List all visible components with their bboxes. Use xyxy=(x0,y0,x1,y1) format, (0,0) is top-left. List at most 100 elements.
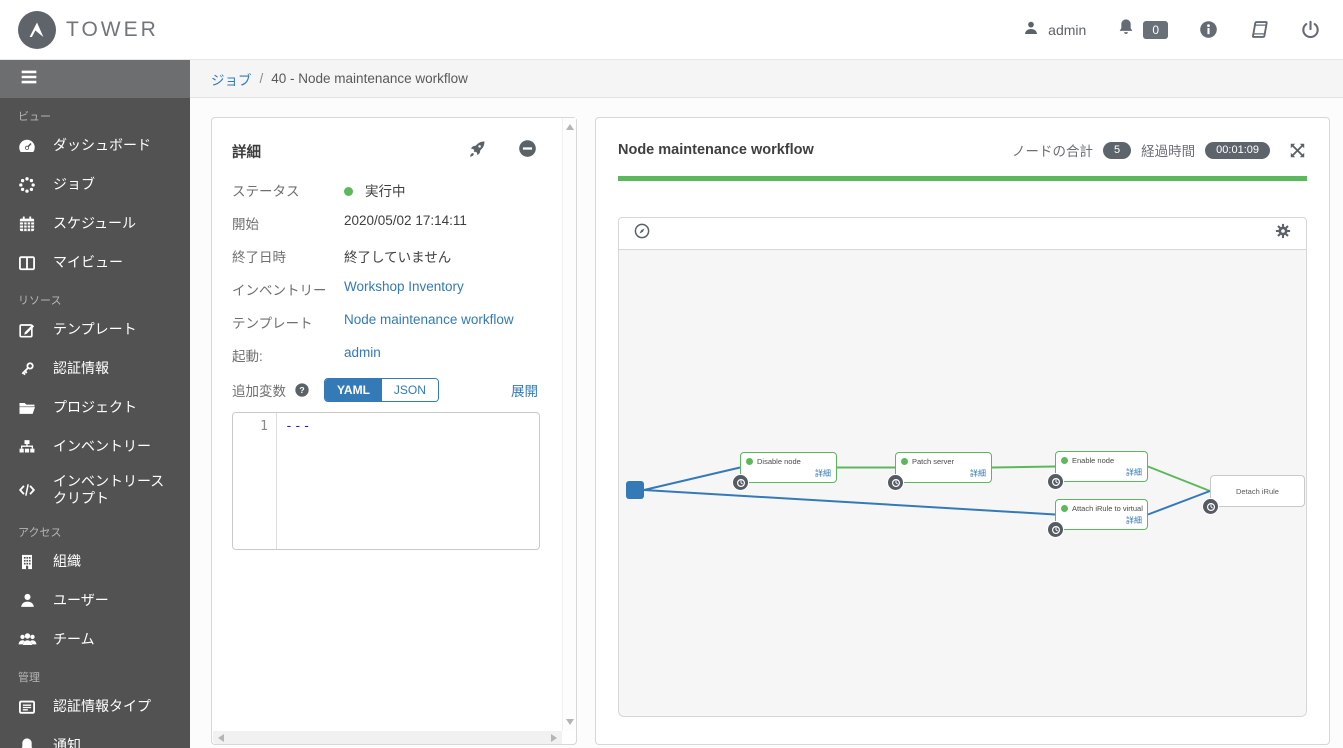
status-running-dot xyxy=(344,187,353,196)
sidebar-item-label: ユーザー xyxy=(53,591,109,608)
scroll-down-arrow[interactable] xyxy=(566,719,574,725)
workflow-link-start-attach-irule xyxy=(643,489,1056,516)
launched-by-link[interactable]: admin xyxy=(344,345,381,360)
elapsed-badge: 00:01:09 xyxy=(1205,141,1270,159)
graph-settings-gear-icon[interactable] xyxy=(1274,222,1292,245)
dashboard-icon xyxy=(16,136,38,156)
sidebar-item-label: ジョブ xyxy=(53,175,95,192)
sidebar-item-label: スケジュール xyxy=(53,214,137,231)
node-details-link[interactable]: 詳細 xyxy=(1126,515,1142,526)
scroll-up-arrow[interactable] xyxy=(566,124,574,130)
bell-icon xyxy=(1116,17,1136,42)
node-details-link[interactable]: 詳細 xyxy=(1126,467,1142,478)
job-details-panel: 詳細 ステータス 実行中 開始 2020/05/02 17:14:11 終了日時… xyxy=(211,117,577,745)
json-toggle-button[interactable]: JSON xyxy=(381,379,438,402)
user-menu[interactable]: admin xyxy=(1022,19,1086,40)
workflow-node-enable-node[interactable]: Enable node 詳細 xyxy=(1047,451,1148,490)
about-button[interactable] xyxy=(1198,19,1219,40)
svg-text:?: ? xyxy=(299,385,304,395)
workflow-link-enable-node-detach-irule xyxy=(1147,465,1211,492)
projects-icon xyxy=(16,398,38,418)
node-details-link[interactable]: 詳細 xyxy=(815,468,831,479)
node-label: Enable node xyxy=(1072,456,1115,465)
sidebar-item-inventory-scripts[interactable]: インベントリースクリプト xyxy=(0,466,190,514)
scroll-right-arrow[interactable] xyxy=(551,734,557,742)
workflow-link-patch-server-enable-node xyxy=(991,465,1056,469)
status-value: 実行中 xyxy=(365,184,406,199)
credential-types-icon xyxy=(16,697,38,717)
top-header: TOWER admin 0 xyxy=(0,0,1343,60)
hamburger-menu-icon[interactable] xyxy=(18,66,40,93)
help-question-icon[interactable]: ? xyxy=(294,382,310,398)
sidebar-section-resources: リソース xyxy=(18,295,62,307)
docs-book-icon[interactable] xyxy=(1249,19,1270,40)
sidebar-item-credential-types[interactable]: 認証情報タイプ xyxy=(0,687,190,726)
sidebar-item-label: チーム xyxy=(53,630,95,647)
inventory-link[interactable]: Workshop Inventory xyxy=(344,279,464,294)
sidebar-item-label: 通知 xyxy=(53,736,81,748)
sidebar-item-dashboard[interactable]: ダッシュボード xyxy=(0,126,190,165)
expand-arrows-icon[interactable] xyxy=(1288,141,1307,160)
jobs-icon xyxy=(16,175,38,195)
sidebar-item-label: インベントリースクリプト xyxy=(53,472,165,507)
compass-icon[interactable] xyxy=(633,222,651,245)
extra-vars-label: 追加変数 xyxy=(232,384,286,400)
editor-line-number: 1 xyxy=(233,413,277,550)
logout-power-icon[interactable] xyxy=(1300,19,1321,40)
inventories-icon xyxy=(16,437,38,457)
sidebar-item-label: テンプレート xyxy=(53,320,137,337)
scroll-left-arrow[interactable] xyxy=(218,734,224,742)
workflow-link-start-disable-node xyxy=(643,466,741,491)
sidebar-item-schedules[interactable]: スケジュール xyxy=(0,204,190,243)
inventory-label: インベントリー xyxy=(232,283,327,298)
node-details-link[interactable]: 詳細 xyxy=(970,468,986,479)
editor-code-area[interactable]: --- xyxy=(277,413,539,549)
organizations-icon xyxy=(16,552,38,572)
workflow-progress-bar xyxy=(618,176,1307,181)
node-label: Patch server xyxy=(912,457,955,466)
workflow-title: Node maintenance workflow xyxy=(618,142,814,158)
workflow-node-attach-irule[interactable]: Attach iRule to virtual ser... 詳細 xyxy=(1047,499,1148,538)
extra-vars-editor: 1 --- xyxy=(232,412,540,551)
sidebar-item-projects[interactable]: プロジェクト xyxy=(0,388,190,427)
workflow-results-panel: Node maintenance workflow ノードの合計 5 経過時間 … xyxy=(595,117,1330,745)
sidebar-item-label: 認証情報タイプ xyxy=(53,697,151,714)
node-type-badge-icon xyxy=(1202,498,1219,515)
sidebar-item-my-view[interactable]: マイビュー xyxy=(0,243,190,282)
sidebar-item-label: 組織 xyxy=(53,552,81,569)
vertical-scrollbar[interactable] xyxy=(562,118,576,731)
brand[interactable]: TOWER xyxy=(18,10,159,49)
template-link[interactable]: Node maintenance workflow xyxy=(344,312,514,327)
notifications-icon xyxy=(16,736,38,748)
breadcrumb: ジョブ / 40 - Node maintenance workflow xyxy=(190,60,1343,98)
breadcrumb-current: 40 - Node maintenance workflow xyxy=(271,71,468,86)
expand-vars-link[interactable]: 展開 xyxy=(511,380,538,400)
sidebar-item-templates[interactable]: テンプレート xyxy=(0,310,190,349)
sidebar-item-teams[interactable]: チーム xyxy=(0,620,190,659)
workflow-node-patch-server[interactable]: Patch server 詳細 xyxy=(887,452,992,491)
node-type-badge-icon xyxy=(732,474,749,491)
yaml-toggle-button[interactable]: YAML xyxy=(325,379,382,402)
details-title: 詳細 xyxy=(232,144,261,161)
sidebar-item-notifications[interactable]: 通知 xyxy=(0,726,190,748)
sidebar-item-organizations[interactable]: 組織 xyxy=(0,542,190,581)
ansible-logo-icon xyxy=(18,10,56,49)
workflow-node-disable-node[interactable]: Disable node 詳細 xyxy=(732,452,837,491)
sidebar-collapse-strip xyxy=(0,60,190,98)
started-label: 開始 xyxy=(232,217,259,232)
horizontal-scrollbar[interactable] xyxy=(213,731,562,744)
sidebar-item-users[interactable]: ユーザー xyxy=(0,581,190,620)
cancel-job-icon[interactable] xyxy=(517,138,538,164)
notifications-button[interactable]: 0 xyxy=(1116,17,1168,42)
breadcrumb-jobs-link[interactable]: ジョブ xyxy=(211,69,252,89)
sidebar-item-inventories[interactable]: インベントリー xyxy=(0,427,190,466)
total-nodes-badge: 5 xyxy=(1103,141,1132,159)
relaunch-rocket-icon[interactable] xyxy=(467,139,487,164)
workflow-graph-canvas[interactable]: Disable node 詳細 Patch server 詳細 Enable node 詳… xyxy=(618,250,1307,717)
sidebar-item-credentials[interactable]: 認証情報 xyxy=(0,349,190,388)
vars-format-toggle: YAML JSON xyxy=(324,378,439,403)
sidebar-item-jobs[interactable]: ジョブ xyxy=(0,165,190,204)
elapsed-label: 経過時間 xyxy=(1141,144,1196,159)
workflow-node-detach-irule[interactable]: Detach iRule xyxy=(1202,475,1305,515)
node-status-dot xyxy=(746,458,753,465)
